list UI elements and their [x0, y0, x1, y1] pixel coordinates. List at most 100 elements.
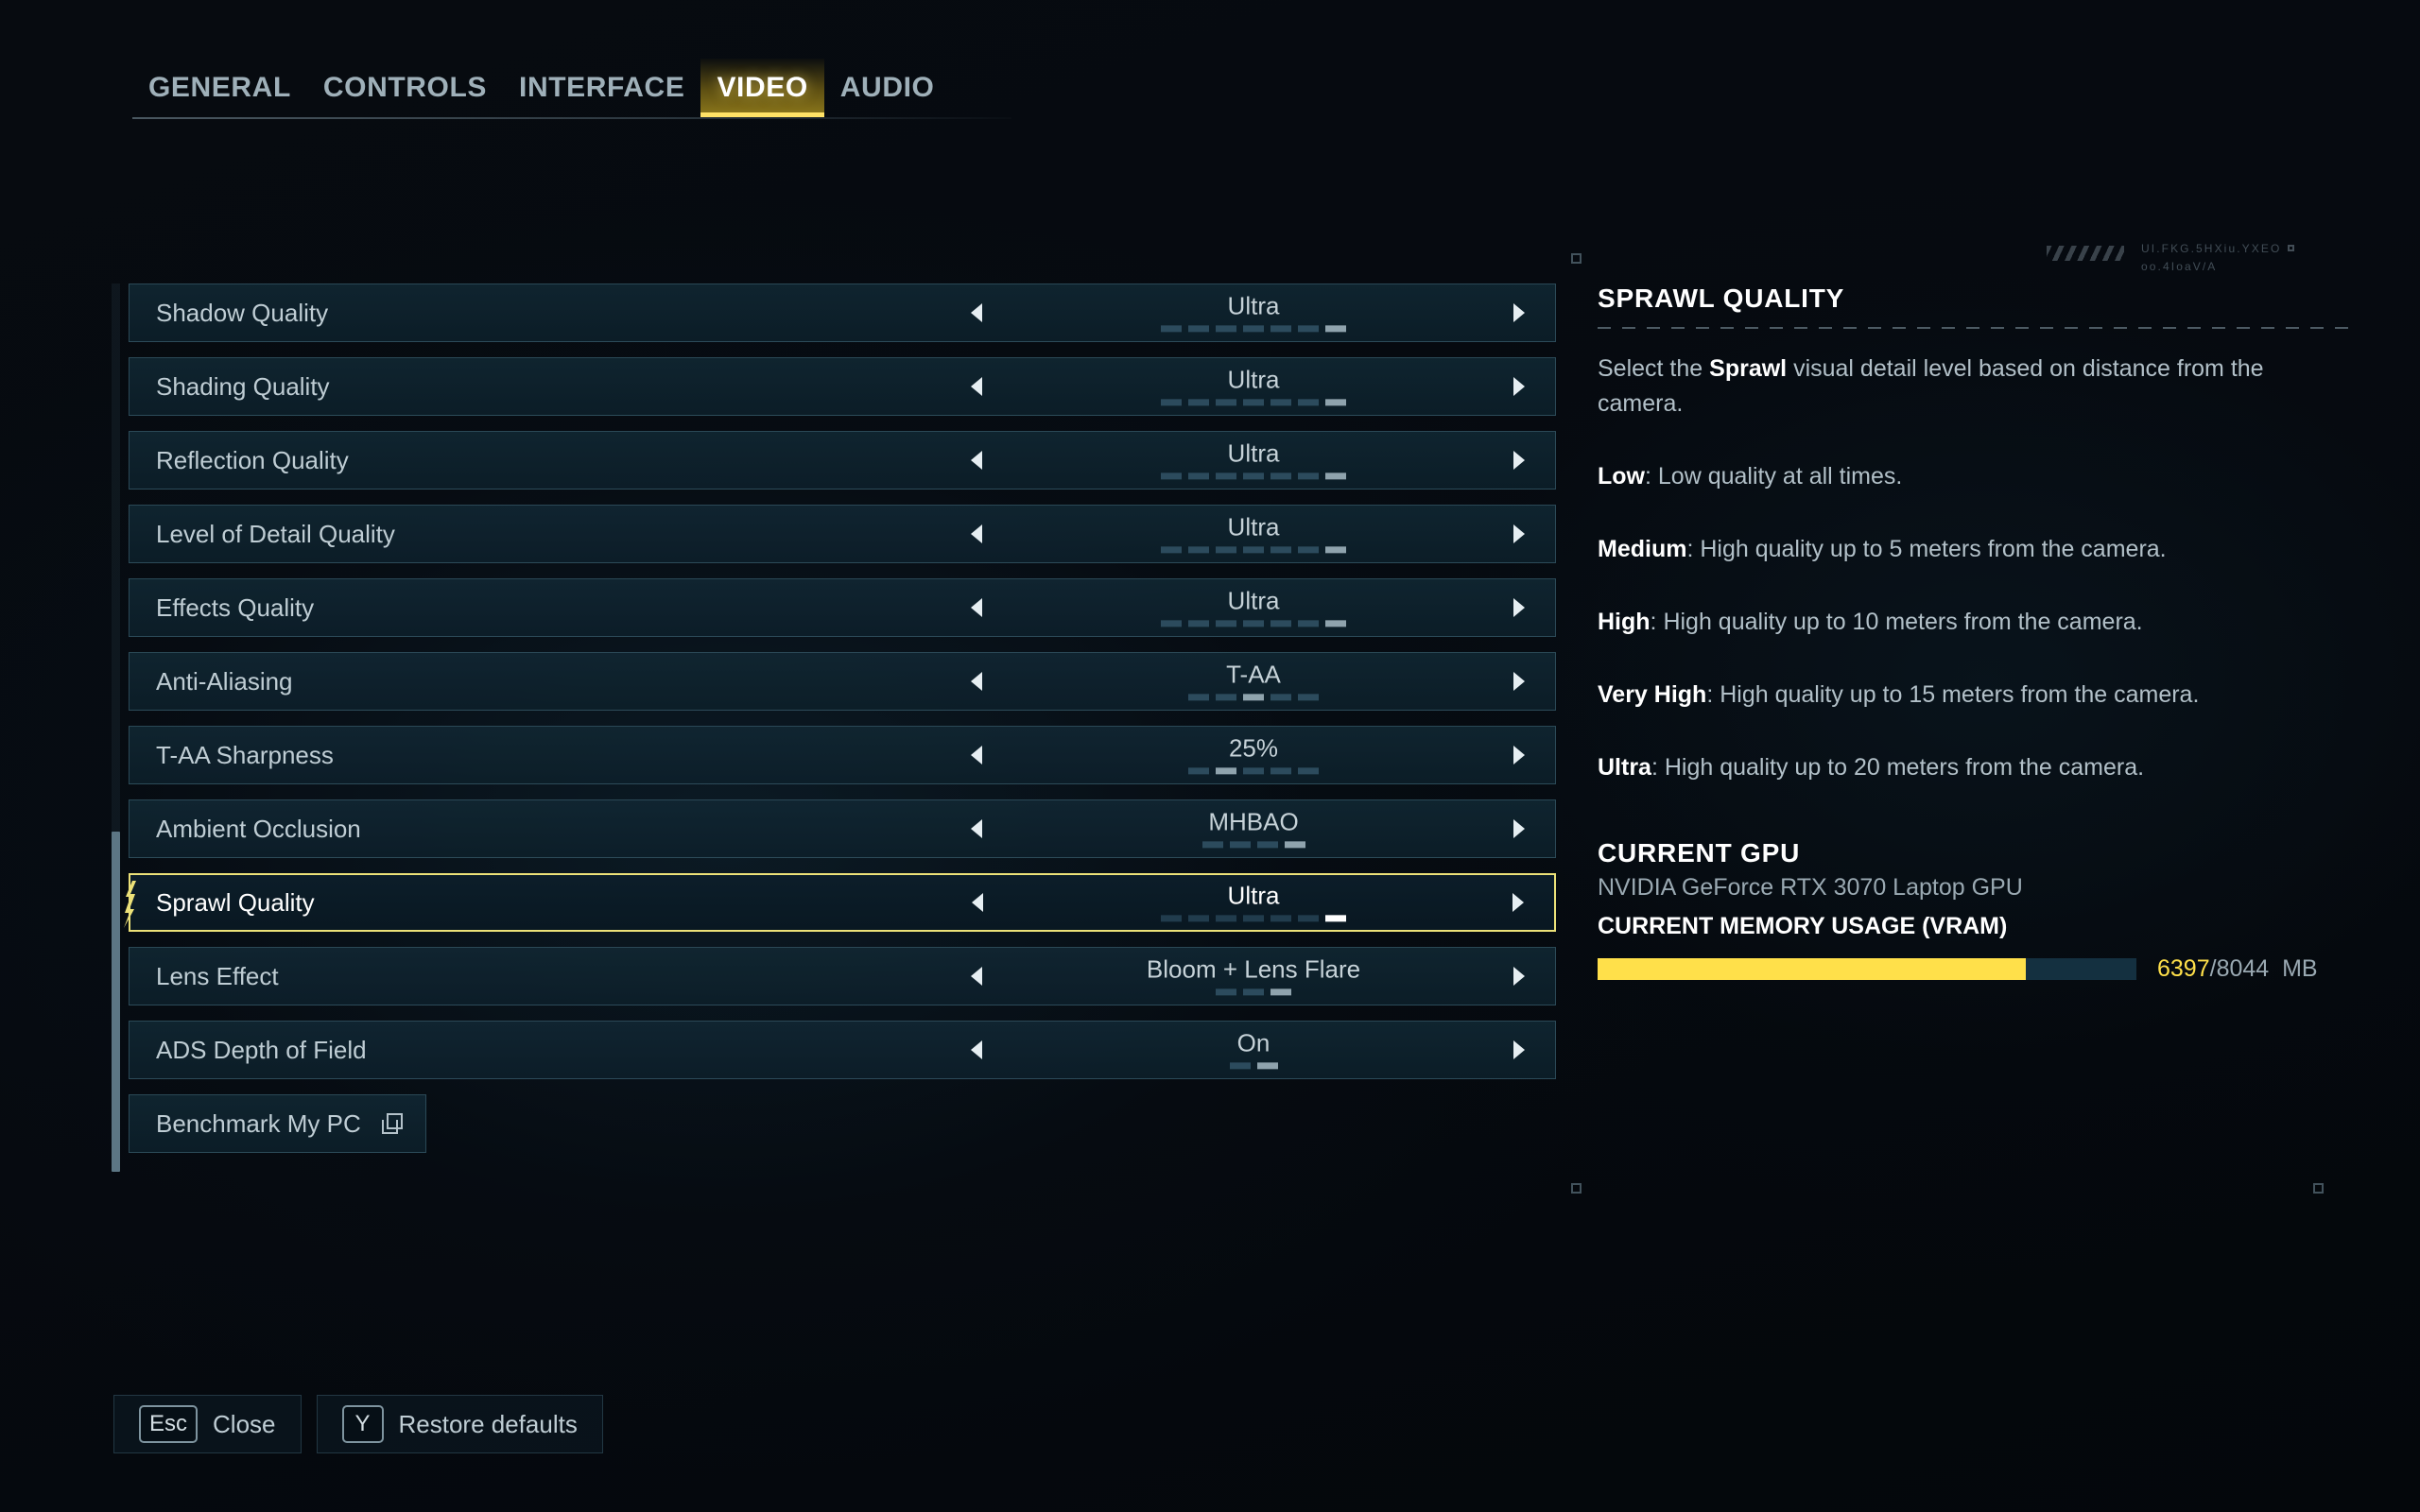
setting-value: Ultra: [1227, 438, 1280, 468]
value-tick: [1201, 841, 1223, 849]
value-tick: [1229, 1062, 1251, 1070]
next-value-arrow-icon[interactable]: [1506, 522, 1530, 546]
value-tick: [1216, 399, 1236, 406]
level-text: : High quality up to 10 meters from the …: [1650, 609, 2143, 635]
value-tick: [1188, 399, 1209, 406]
setting-value: Ultra: [1227, 881, 1280, 910]
tab-bar-underline: [132, 117, 1011, 119]
value-tick: [1325, 399, 1346, 406]
value-tick: [1161, 546, 1182, 554]
value-tick: [1325, 620, 1346, 627]
setting-row-reflection-quality[interactable]: Reflection Quality Ultra: [129, 431, 1556, 490]
setting-value: Ultra: [1227, 586, 1280, 615]
setting-label: Effects Quality: [156, 593, 315, 622]
vram-progress-fill: [1598, 958, 2027, 980]
setting-row-level-of-detail-quality[interactable]: Level of Detail Quality Ultra: [129, 505, 1556, 563]
techmark-line-1: UI.FKG.5HXiu.YXEO: [2141, 242, 2282, 255]
value-tick: [1298, 325, 1319, 333]
next-value-arrow-icon[interactable]: [1506, 301, 1530, 325]
setting-value: Bloom + Lens Flare: [1146, 954, 1361, 984]
previous-value-arrow-icon[interactable]: [965, 595, 990, 620]
setting-label: Lens Effect: [156, 961, 279, 990]
value-tick: [1243, 915, 1264, 922]
setting-value-ticks: [1188, 694, 1319, 701]
level-text: : High quality up to 5 meters from the c…: [1686, 536, 2167, 562]
setting-value-group: 25%: [1008, 735, 1499, 775]
value-tick: [1243, 546, 1264, 554]
previous-value-arrow-icon[interactable]: [965, 964, 990, 988]
setting-row-anti-aliasing[interactable]: Anti-Aliasing T-AA: [129, 652, 1556, 711]
setting-value-ticks: [1216, 988, 1291, 996]
next-value-arrow-icon[interactable]: [1506, 964, 1530, 988]
setting-value-ticks: [1229, 1062, 1278, 1070]
setting-row-ambient-occlusion[interactable]: Ambient Occlusion MHBAO: [129, 799, 1556, 858]
previous-value-arrow-icon[interactable]: [965, 816, 990, 841]
scrollbar-thumb[interactable]: [112, 832, 120, 1172]
setting-label: Level of Detail Quality: [156, 519, 395, 548]
value-tick: [1161, 325, 1182, 333]
next-value-arrow-icon[interactable]: [1506, 743, 1530, 767]
tab-label: VIDEO: [717, 72, 808, 103]
previous-value-arrow-icon[interactable]: [965, 1038, 990, 1062]
vram-used-value: 6397: [2157, 955, 2210, 982]
setting-row-shading-quality[interactable]: Shading Quality Ultra: [129, 357, 1556, 416]
value-tick: [1298, 546, 1319, 554]
setting-value-group: Ultra: [1008, 293, 1499, 333]
intro-bold-term: Sprawl: [1709, 355, 1788, 382]
vram-progress-bar: [1598, 958, 2136, 980]
setting-stepper: 25%: [952, 727, 1555, 783]
value-tick: [1298, 767, 1319, 775]
footer-button-label: Close: [213, 1409, 276, 1438]
value-tick: [1188, 620, 1209, 627]
selection-bolt-icon: [124, 881, 136, 928]
setting-value: T-AA: [1226, 660, 1281, 689]
tab-controls[interactable]: CONTROLS: [307, 59, 503, 117]
setting-row-sprawl-quality[interactable]: Sprawl Quality Ultra: [124, 873, 1556, 932]
tab-video[interactable]: VIDEO: [700, 59, 825, 117]
tab-interface[interactable]: INTERFACE: [503, 59, 700, 117]
next-value-arrow-icon[interactable]: [1506, 669, 1530, 694]
previous-value-arrow-icon[interactable]: [965, 669, 990, 694]
benchmark-my-pc-button[interactable]: Benchmark My PC: [129, 1094, 426, 1153]
next-value-arrow-icon[interactable]: [1505, 890, 1530, 915]
description-level-medium: Medium: High quality up to 5 meters from…: [1598, 532, 2354, 567]
footer-button-restore-defaults[interactable]: Y Restore defaults: [316, 1395, 603, 1453]
value-tick: [1188, 325, 1209, 333]
previous-value-arrow-icon[interactable]: [966, 890, 991, 915]
next-value-arrow-icon[interactable]: [1506, 448, 1530, 472]
value-tick: [1243, 620, 1264, 627]
value-tick: [1270, 767, 1291, 775]
value-tick: [1325, 325, 1346, 333]
next-value-arrow-icon[interactable]: [1506, 374, 1530, 399]
value-tick: [1161, 399, 1182, 406]
setting-row-effects-quality[interactable]: Effects Quality Ultra: [129, 578, 1556, 637]
setting-label: ADS Depth of Field: [156, 1035, 367, 1064]
value-tick: [1216, 694, 1236, 701]
level-name: Very High: [1598, 681, 1707, 708]
techmark-line-2: oo.4IoaV/A: [2141, 259, 2218, 273]
next-value-arrow-icon[interactable]: [1506, 816, 1530, 841]
value-tick: [1243, 399, 1264, 406]
tab-audio[interactable]: AUDIO: [824, 59, 951, 117]
setting-value-group: Ultra: [1008, 367, 1499, 406]
setting-row-lens-effect[interactable]: Lens Effect Bloom + Lens Flare: [129, 947, 1556, 1005]
setting-row-ads-depth-of-field[interactable]: ADS Depth of Field On: [129, 1021, 1556, 1079]
setting-value-group: Ultra: [1008, 588, 1499, 627]
previous-value-arrow-icon[interactable]: [965, 374, 990, 399]
vram-separator: /: [2209, 955, 2217, 982]
intro-before: Select the: [1598, 355, 1710, 382]
setting-value-group: On: [1008, 1030, 1499, 1070]
setting-row-shadow-quality[interactable]: Shadow Quality Ultra: [129, 284, 1556, 342]
footer-button-close[interactable]: Esc Close: [113, 1395, 302, 1453]
previous-value-arrow-icon[interactable]: [965, 301, 990, 325]
tab-general[interactable]: GENERAL: [132, 59, 307, 117]
description-level-low: Low: Low quality at all times.: [1598, 459, 2354, 494]
previous-value-arrow-icon[interactable]: [965, 522, 990, 546]
value-tick: [1298, 915, 1319, 922]
next-value-arrow-icon[interactable]: [1506, 595, 1530, 620]
previous-value-arrow-icon[interactable]: [965, 743, 990, 767]
settings-screen: GENERAL CONTROLS INTERFACE VIDEO AUDIO Shado…: [0, 0, 2420, 1512]
setting-row-t-aa-sharpness[interactable]: T-AA Sharpness 25%: [129, 726, 1556, 784]
next-value-arrow-icon[interactable]: [1506, 1038, 1530, 1062]
previous-value-arrow-icon[interactable]: [965, 448, 990, 472]
